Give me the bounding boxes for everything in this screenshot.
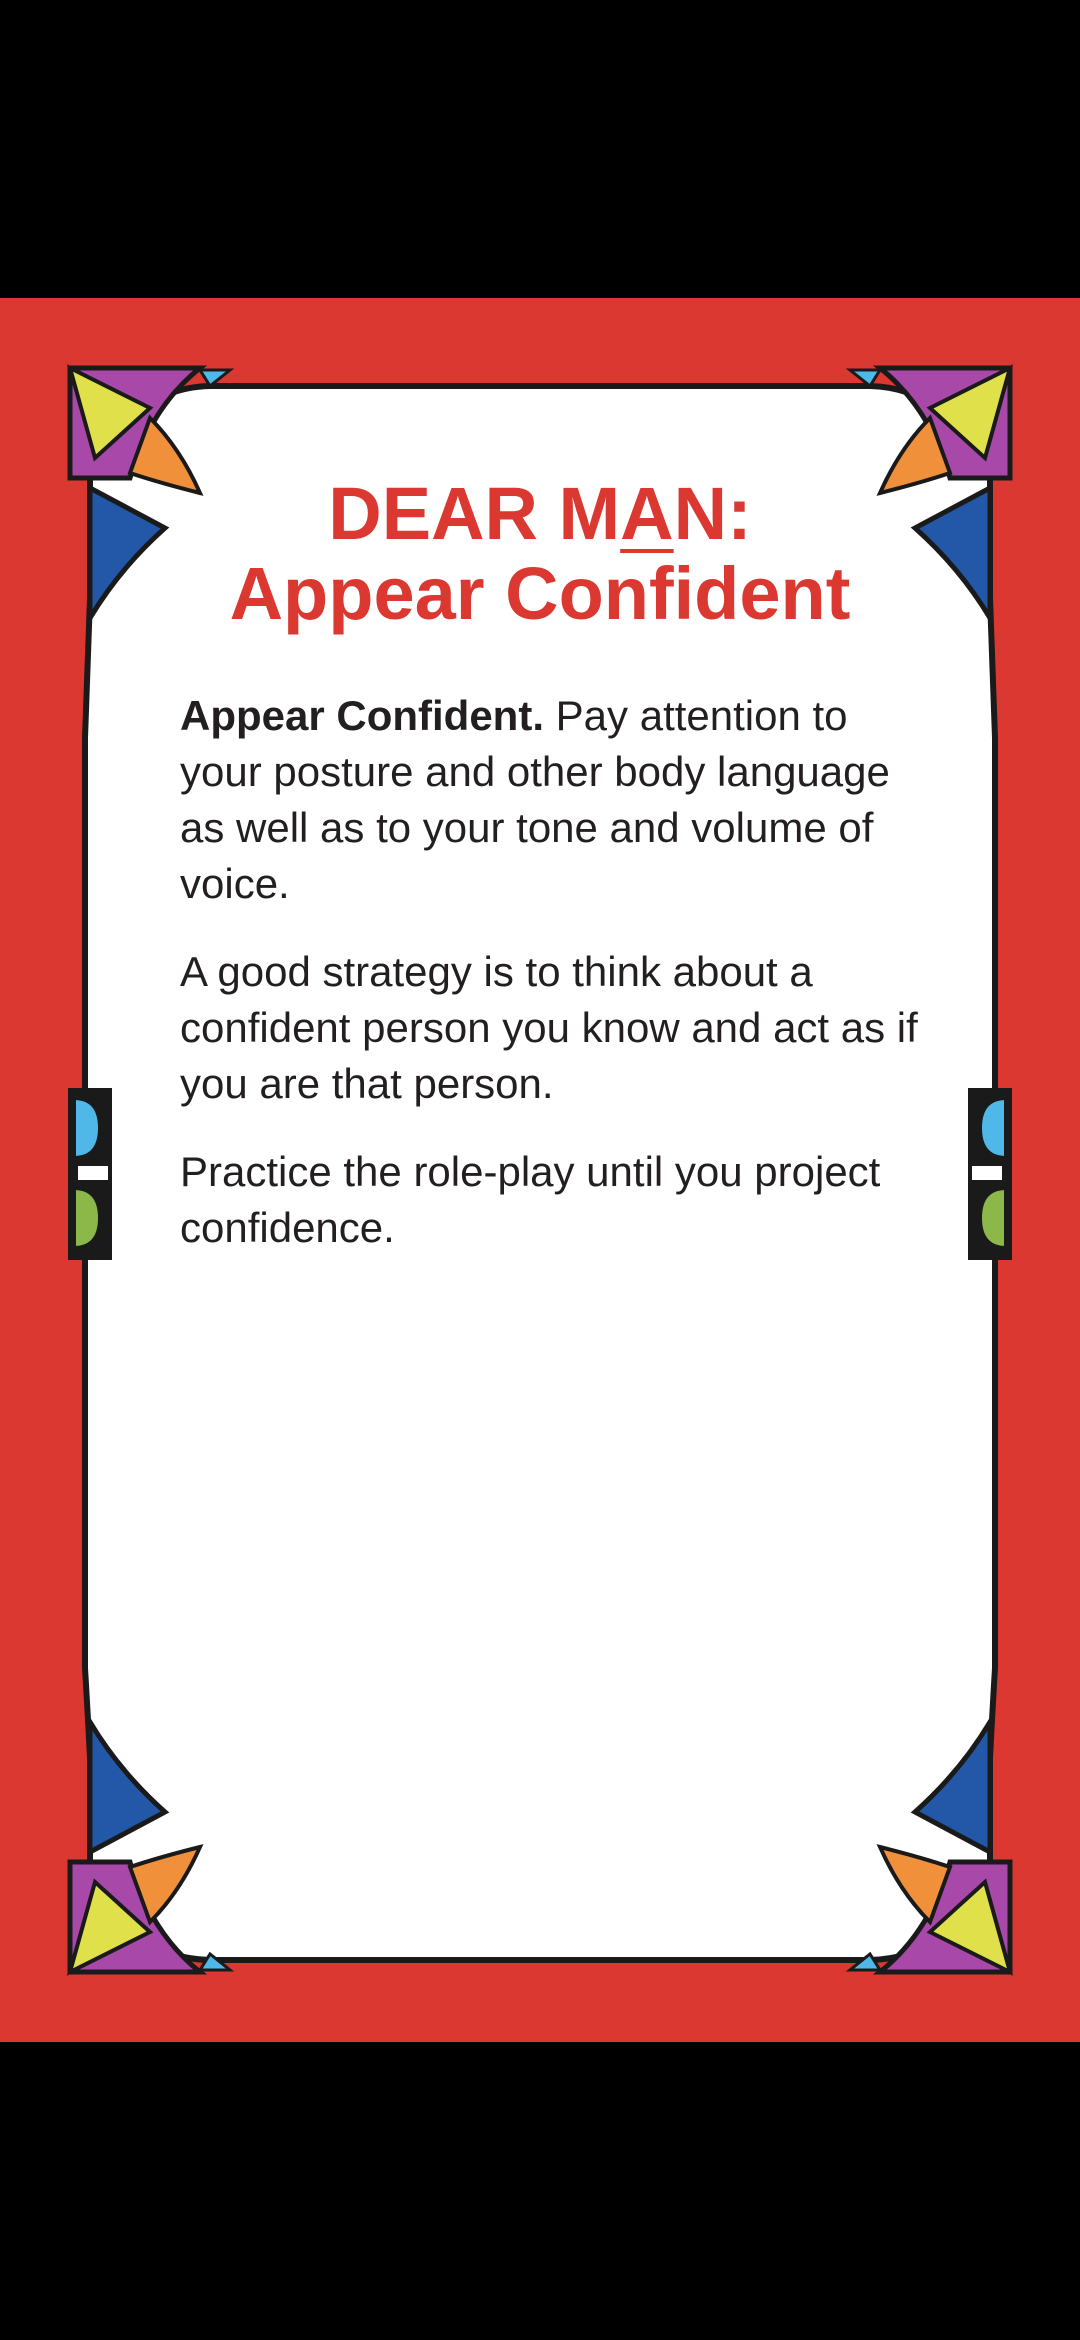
dbt-skill-card: DEAR MAN: Appear Confident Appear Confid…	[0, 298, 1080, 2042]
side-ornament-right	[968, 1088, 1012, 1260]
card-title-line2: Appear Confident	[229, 552, 851, 635]
card-title-line1: DEAR MAN:	[110, 474, 970, 554]
title-part2: N:	[673, 472, 752, 555]
paragraph-2: A good strategy is to think about a conf…	[180, 948, 918, 1107]
card-body: Appear Confident. Pay attention to your …	[180, 688, 920, 1288]
paragraph-1: Appear Confident. Pay attention to your …	[180, 688, 920, 912]
title-part1: DEAR M	[328, 472, 621, 555]
paragraph-1-lead: Appear Confident.	[180, 692, 544, 739]
side-ornament-left	[68, 1088, 112, 1260]
paragraph-3: Practice the role-play until you project…	[180, 1148, 881, 1251]
card-title: DEAR MAN: Appear Confident	[110, 474, 970, 634]
title-underlined-letter: A	[620, 472, 674, 555]
